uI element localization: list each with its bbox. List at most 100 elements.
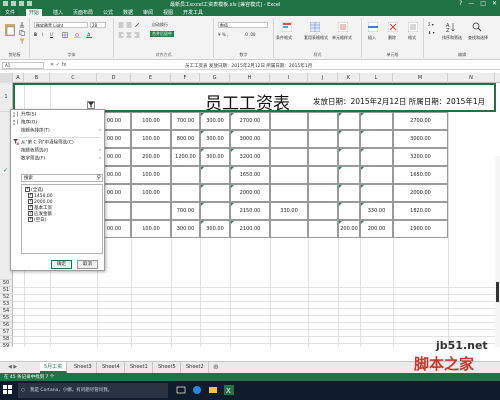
table-cell[interactable]: 200.00: [131, 148, 171, 166]
column-header-e[interactable]: E: [131, 73, 171, 83]
sheet-nav-arrows-icon[interactable]: ◀ ▶: [8, 364, 17, 370]
table-cell[interactable]: [270, 130, 308, 148]
ok-button[interactable]: 确定: [51, 260, 72, 269]
tab-page-layout[interactable]: 页面布局: [70, 9, 96, 16]
windows-start-icon[interactable]: [3, 385, 12, 394]
save-icon[interactable]: [11, 1, 16, 6]
merge-center-button[interactable]: 合并后居中: [150, 31, 174, 37]
excel-taskbar-icon[interactable]: X: [224, 385, 234, 395]
number-filters-item[interactable]: 数字筛选(F) ›: [13, 155, 101, 163]
tab-developer[interactable]: 开发工具: [180, 9, 206, 16]
name-box[interactable]: A1: [2, 62, 44, 69]
format-painter-icon[interactable]: [19, 38, 25, 44]
sheet-tab[interactable]: Sheet3: [70, 362, 97, 373]
number-format-select[interactable]: 数值: [218, 22, 268, 28]
table-cell[interactable]: 1900.00: [393, 220, 448, 238]
table-cell[interactable]: 1820.00: [393, 202, 448, 220]
sort-filter-icon[interactable]: AZ: [446, 22, 456, 32]
table-cell[interactable]: 2000.00: [393, 184, 448, 202]
table-cell[interactable]: 100.00: [131, 184, 171, 202]
table-cell[interactable]: 330.00: [360, 202, 393, 220]
filter-dropdown-button[interactable]: [87, 101, 95, 109]
sheet-tab-active[interactable]: 5月工资: [40, 362, 68, 373]
table-cell[interactable]: 3000.00: [393, 130, 448, 148]
table-cell[interactable]: 300.00: [200, 112, 230, 130]
row-header[interactable]: 50: [0, 280, 13, 287]
table-cell[interactable]: 3200.00: [393, 148, 448, 166]
table-cell[interactable]: [360, 112, 393, 130]
table-cell[interactable]: 2000.00: [230, 184, 270, 202]
formula-input[interactable]: 员工工资表 发放日期：2015年2月12日 所属日期：2015年1月: [185, 63, 312, 69]
table-cell[interactable]: 100.00: [131, 166, 171, 184]
select-all-corner[interactable]: [0, 73, 13, 83]
scrollbar-thumb[interactable]: [496, 282, 499, 302]
delete-cells-icon[interactable]: [388, 22, 398, 32]
column-header-i[interactable]: I: [270, 73, 308, 83]
table-cell[interactable]: [200, 166, 230, 184]
align-left-icon[interactable]: [118, 32, 124, 38]
table-cell[interactable]: [270, 220, 308, 238]
close-button[interactable]: ✕: [492, 0, 497, 7]
column-header-f[interactable]: F: [171, 73, 200, 83]
table-cell[interactable]: 800.00: [171, 130, 200, 148]
table-cell[interactable]: [131, 202, 171, 220]
clear-filter-item[interactable]: 从"第 C 列"中清除筛选(C): [13, 139, 74, 147]
align-right-icon[interactable]: [134, 32, 140, 38]
column-header-n[interactable]: N: [448, 73, 495, 83]
filter-search-input[interactable]: 搜索 ⚲: [21, 174, 103, 182]
vertical-scrollbar[interactable]: [495, 156, 500, 347]
table-cell[interactable]: [308, 130, 338, 148]
minimize-button[interactable]: —: [468, 0, 474, 7]
column-header-b[interactable]: B: [24, 73, 50, 83]
sort-by-color-item[interactable]: 按颜色排序(T) ›: [13, 127, 101, 135]
table-cell[interactable]: 2150.00: [230, 202, 270, 220]
find-select-icon[interactable]: [472, 22, 482, 32]
copy-icon[interactable]: [19, 30, 25, 36]
table-cell[interactable]: [270, 184, 308, 202]
redo-icon[interactable]: [27, 1, 32, 6]
table-cell[interactable]: [360, 184, 393, 202]
sheet-tab[interactable]: Sheet5: [154, 362, 181, 373]
currency-button[interactable]: ¥ % ,: [218, 32, 228, 37]
table-cell[interactable]: 300.00: [200, 130, 230, 148]
row-header[interactable]: 59: [0, 343, 13, 347]
table-cell[interactable]: [360, 130, 393, 148]
column-header-l[interactable]: L: [360, 73, 393, 83]
table-cell[interactable]: 100.00: [131, 220, 171, 238]
table-cell[interactable]: 2700.00: [393, 112, 448, 130]
row-header[interactable]: 51: [0, 287, 13, 294]
table-cell[interactable]: [308, 184, 338, 202]
sort-ascending-item[interactable]: A Z 升序(S): [13, 111, 36, 119]
font-color-icon[interactable]: A: [86, 32, 92, 38]
table-cell[interactable]: 300.00: [200, 148, 230, 166]
tab-file[interactable]: 文件: [2, 9, 19, 16]
table-cell[interactable]: 1200.00: [171, 148, 200, 166]
cell-styles-icon[interactable]: [338, 22, 348, 32]
file-explorer-icon[interactable]: [208, 385, 218, 395]
underline-button[interactable]: U: [50, 32, 53, 37]
table-cell[interactable]: 1650.00: [230, 166, 270, 184]
table-cell[interactable]: 700.00: [171, 112, 200, 130]
row-header[interactable]: 58: [0, 336, 13, 343]
edge-browser-icon[interactable]: [192, 385, 202, 395]
table-cell[interactable]: 2700.00: [230, 112, 270, 130]
row-header-1[interactable]: 1: [0, 83, 13, 112]
fx-icon[interactable]: fx: [62, 62, 67, 68]
row-header[interactable]: 54: [0, 308, 13, 315]
filter-option[interactable]: (空白): [28, 216, 47, 223]
fill-button[interactable]: ⬇ ▾: [428, 30, 435, 35]
column-header-h[interactable]: H: [230, 73, 270, 83]
tab-view[interactable]: 视图: [160, 9, 176, 16]
table-cell[interactable]: 3200.00: [230, 148, 270, 166]
cortana-search-box[interactable]: ○ 我是 Cortana，小娜。有问题尽管问我。: [18, 383, 168, 398]
formula-buttons[interactable]: ✕ ✓ fx: [50, 62, 66, 68]
conditional-format-icon[interactable]: [282, 22, 292, 32]
table-cell[interactable]: 200.00: [360, 220, 393, 238]
row-header[interactable]: 53: [0, 301, 13, 308]
table-cell[interactable]: [200, 202, 230, 220]
filter-values-list[interactable]: (全选) 1450.00 2000.00 基本工资 应发金额 (空白): [21, 184, 103, 254]
maximize-button[interactable]: □: [480, 0, 486, 7]
sheet-tab[interactable]: Sheet2: [182, 362, 209, 373]
table-cell[interactable]: [171, 166, 200, 184]
table-cell[interactable]: 1650.00: [393, 166, 448, 184]
